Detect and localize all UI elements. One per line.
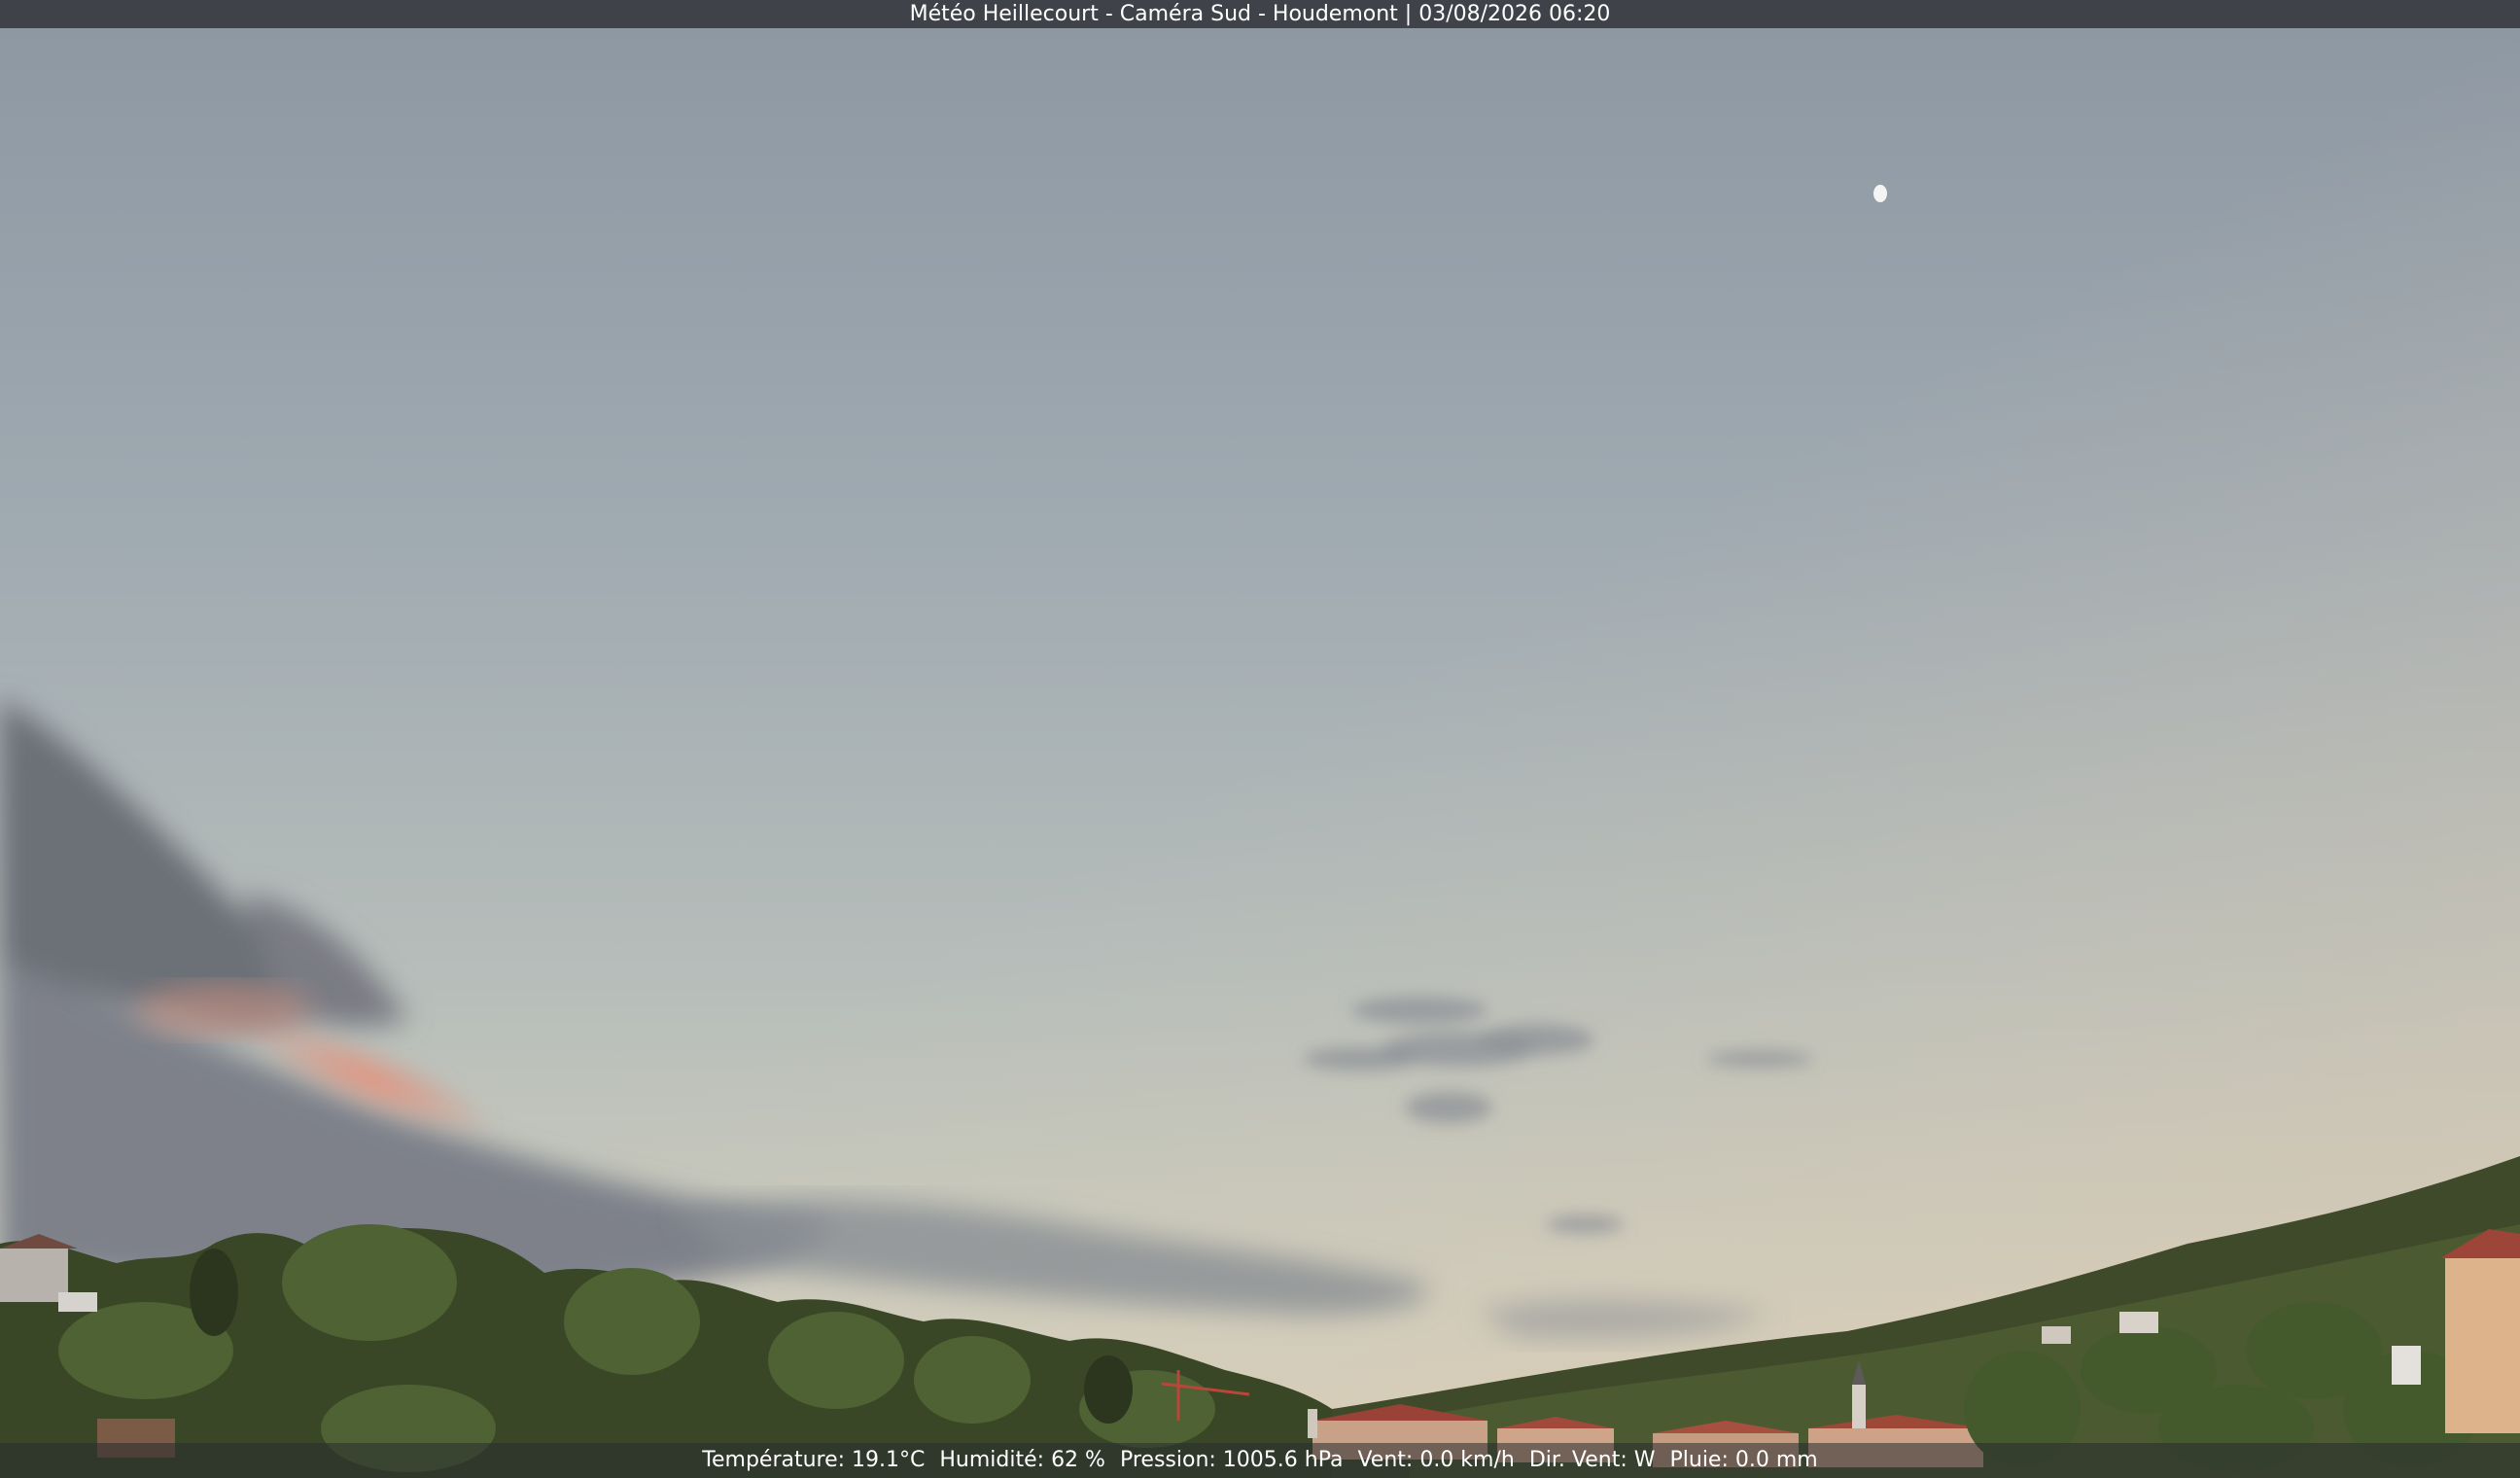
moon [1873, 185, 1887, 202]
pressure-readout: Pression: 1005.6 hPa [1119, 1448, 1344, 1472]
wind-direction-readout: Dir. Vent: W [1528, 1448, 1656, 1472]
webcam-frame: Météo Heillecourt - Caméra Sud - Houdemo… [0, 0, 2520, 1478]
rain-readout: Pluie: 0.0 mm [1669, 1448, 1818, 1472]
webcam-title: Météo Heillecourt - Caméra Sud - Houdemo… [909, 2, 1611, 26]
temperature-readout: Température: 19.1°C [702, 1448, 926, 1472]
wind-speed-readout: Vent: 0.0 km/h [1357, 1448, 1515, 1472]
webcam-title-bar: Météo Heillecourt - Caméra Sud - Houdemo… [0, 0, 2520, 28]
webcam-image [0, 28, 2520, 1478]
weather-info-bar: Température: 19.1°C Humidité: 62 % Press… [0, 1443, 2520, 1478]
humidity-readout: Humidité: 62 % [939, 1448, 1105, 1472]
